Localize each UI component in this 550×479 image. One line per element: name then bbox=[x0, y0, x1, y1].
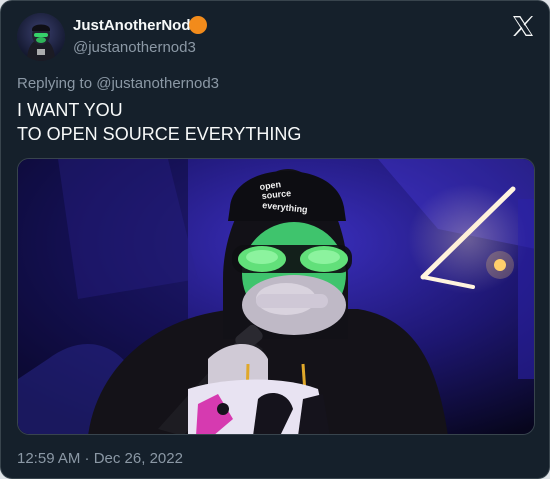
performer-photo: open source everything bbox=[18, 159, 534, 434]
tweet-line: I WANT YOU bbox=[17, 100, 123, 120]
avatar[interactable] bbox=[17, 13, 65, 61]
replying-to-text[interactable]: Replying to @justanothernod3 bbox=[17, 75, 219, 93]
display-name[interactable]: JustAnotherNode bbox=[73, 17, 199, 35]
x-logo-icon[interactable] bbox=[511, 14, 535, 38]
hooded-figure-avatar-icon bbox=[17, 13, 65, 61]
tweet-media-image[interactable]: open source everything bbox=[17, 158, 535, 435]
tweet-card: JustAnotherNode @justanothernod3 Replyin… bbox=[0, 0, 550, 479]
tweet-line: TO OPEN SOURCE EVERYTHING bbox=[17, 124, 302, 144]
author-handle[interactable]: @justanothernod3 bbox=[73, 39, 196, 57]
tweet-text: I WANT YOU TO OPEN SOURCE EVERYTHING bbox=[17, 98, 301, 146]
tweet-timestamp[interactable]: 12:59 AM · Dec 26, 2022 bbox=[17, 450, 183, 468]
verified-badge-icon bbox=[189, 16, 207, 34]
